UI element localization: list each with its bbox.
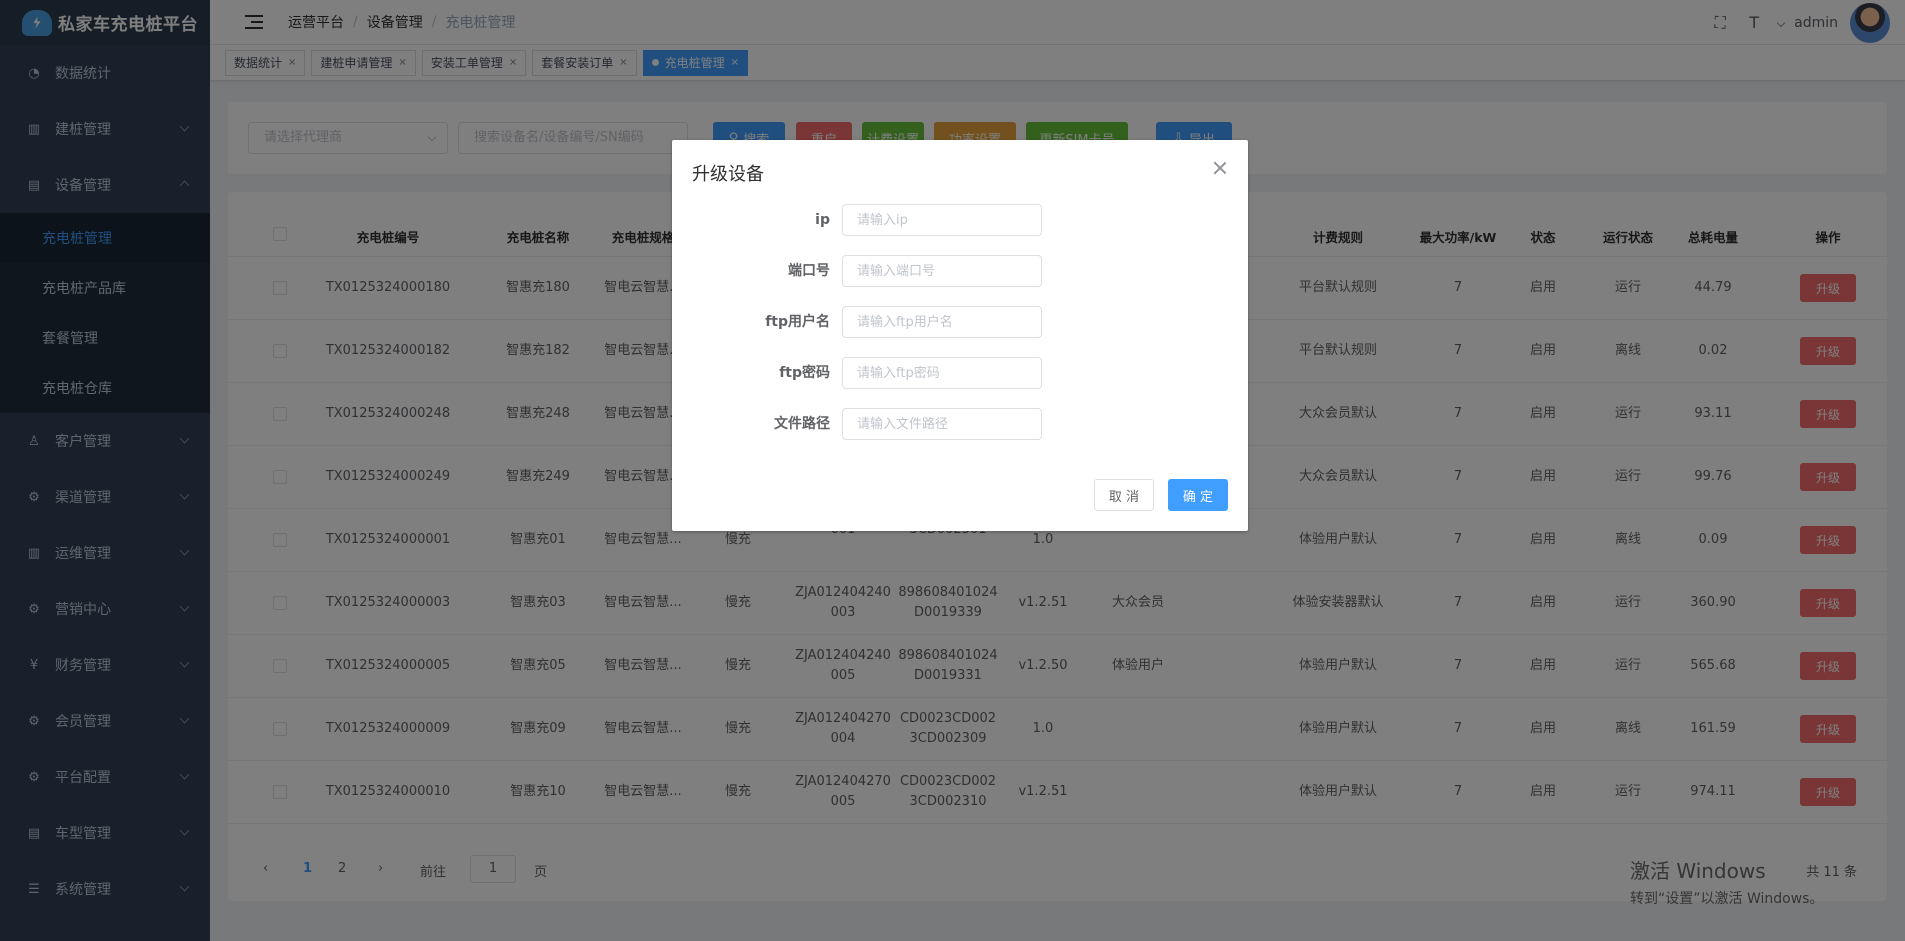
file-path-label: 文件路径 xyxy=(774,416,830,432)
port-label: 端口号 xyxy=(788,263,830,279)
dialog-title: 升级设备 xyxy=(692,164,764,185)
dialog-footer: 取 消 确 定 xyxy=(1094,479,1228,511)
form-row-port: 端口号 xyxy=(672,255,1248,287)
ftp-password-label: ftp密码 xyxy=(779,365,830,381)
close-icon[interactable] xyxy=(1212,160,1228,176)
file-path-input[interactable] xyxy=(842,408,1042,440)
form-row-ftp-password: ftp密码 xyxy=(672,357,1248,389)
ip-input[interactable] xyxy=(842,204,1042,236)
ip-label: ip xyxy=(815,212,830,228)
form-row-ip: ip xyxy=(672,204,1248,236)
confirm-button[interactable]: 确 定 xyxy=(1168,479,1228,511)
ftp-username-label: ftp用户名 xyxy=(765,314,830,330)
cancel-button[interactable]: 取 消 xyxy=(1094,479,1154,511)
form-row-file-path: 文件路径 xyxy=(672,408,1248,440)
upgrade-device-dialog: 升级设备 ip 端口号 ftp用户名 ftp密码 文件路径 取 消 确 定 xyxy=(672,140,1248,531)
ftp-username-input[interactable] xyxy=(842,306,1042,338)
ftp-password-input[interactable] xyxy=(842,357,1042,389)
form-row-ftp-user: ftp用户名 xyxy=(672,306,1248,338)
port-input[interactable] xyxy=(842,255,1042,287)
